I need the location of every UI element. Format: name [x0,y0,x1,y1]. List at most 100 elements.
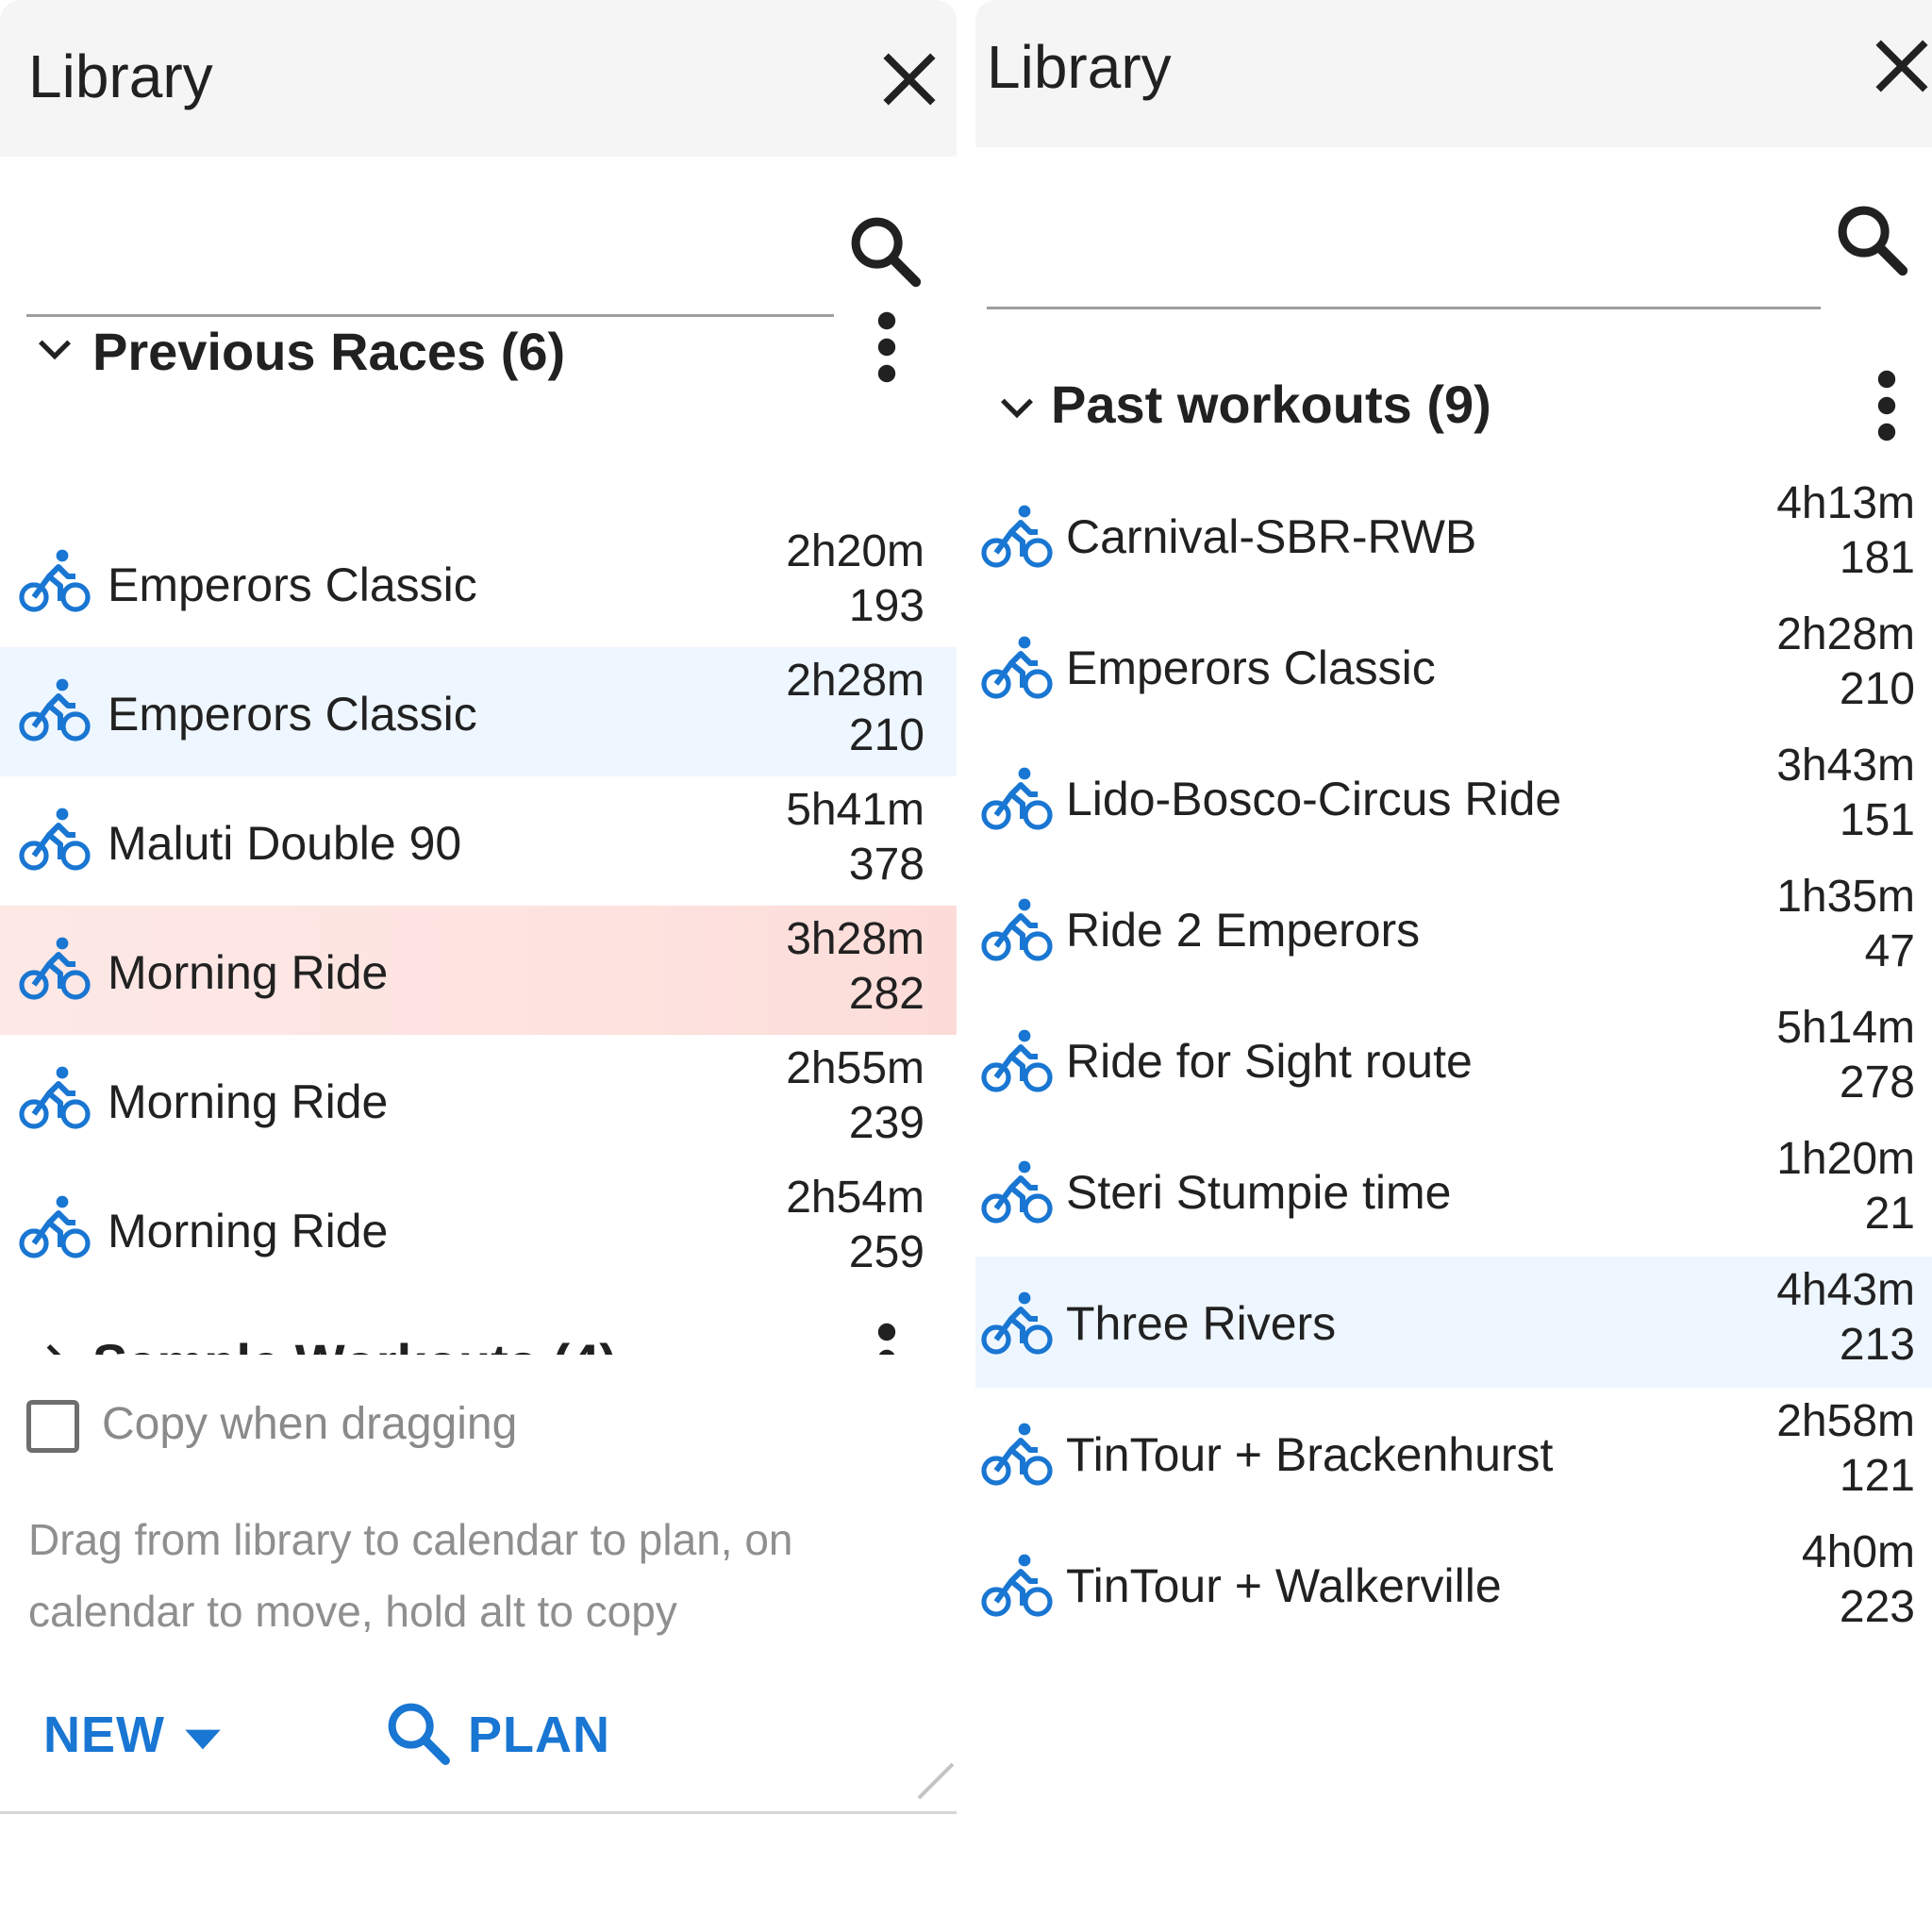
workout-duration: 4h0m [1801,1527,1915,1577]
bike-icon [19,937,91,1000]
bike-icon [981,505,1053,568]
caret-down-icon [185,1729,221,1750]
workout-load: 193 [848,581,924,631]
workout-load: 278 [1839,1058,1915,1108]
close-button[interactable] [874,43,945,115]
workout-duration: 4h43m [1776,1265,1915,1315]
workout-name: Three Rivers [1066,1297,1337,1350]
workout-name: Steri Stumpie time [1066,1166,1452,1219]
search-input[interactable] [26,200,834,314]
workout-name: Ride 2 Emperors [1066,904,1421,957]
workout-name: Morning Ride [108,1075,389,1128]
more-vert-icon [877,311,896,383]
past-workouts-list: Carnival-SBR-RWB 4h13m 181 Emperors Classic… [975,470,1932,1650]
copy-when-dragging-label: Copy when dragging [102,1399,518,1449]
workout-duration: 3h43m [1776,741,1915,791]
group-menu-button[interactable] [1864,368,1909,443]
workout-name: Morning Ride [108,946,389,999]
search-button[interactable] [843,209,928,294]
group-menu-button[interactable] [864,1321,909,1355]
workout-load: 121 [1839,1451,1915,1501]
workout-name: Lido-Bosco-Circus Ride [1066,773,1562,825]
chevron-down-icon [1000,398,1034,419]
group-menu-button[interactable] [864,309,909,385]
bike-icon [981,1423,1053,1486]
workout-load: 21 [1864,1189,1915,1239]
workout-name: Emperors Classic [108,558,477,611]
panel-bottom-divider [0,1811,957,1814]
workout-duration: 1h35m [1776,872,1915,922]
group-header-sample-workouts[interactable]: Sample Workouts (4) [0,1317,957,1355]
bike-icon [19,678,91,741]
bike-icon [19,1195,91,1258]
bike-icon [981,1291,1053,1355]
library-header: Library [975,0,1932,147]
search-icon [851,217,922,288]
workout-duration: 1h20m [1776,1134,1915,1184]
list-item[interactable]: Lido-Bosco-Circus Ride 3h43m 151 [975,732,1932,863]
workout-load: 181 [1839,533,1915,583]
workout-duration: 2h20m [786,526,924,576]
chevron-right-icon [46,1343,61,1355]
workout-load: 210 [1839,664,1915,714]
list-item[interactable]: Emperors Classic 2h28m 210 [975,601,1932,732]
bike-icon [981,636,1053,699]
list-item[interactable]: Morning Ride 3h28m 282 [0,906,957,1035]
bike-icon [981,767,1053,830]
previous-races-list: Emperors Classic 2h20m 193 Emperors Classic… [0,518,957,1293]
workout-duration: 5h14m [1776,1003,1915,1053]
bike-icon [19,549,91,612]
close-icon [1875,40,1928,92]
workout-load: 210 [848,710,924,760]
workout-load: 213 [1839,1320,1915,1370]
library-header: Library [0,0,957,157]
workout-duration: 2h54m [786,1173,924,1223]
workout-name: Ride for Sight route [1066,1035,1473,1088]
bike-icon [981,898,1053,961]
list-item[interactable]: TinTour + Walkerville 4h0m 223 [975,1519,1932,1650]
list-item[interactable]: Carnival-SBR-RWB 4h13m 181 [975,470,1932,601]
list-item[interactable]: Ride for Sight route 5h14m 278 [975,994,1932,1125]
group-header-past-workouts[interactable]: Past workouts (9) [975,358,1932,453]
list-item[interactable]: Steri Stumpie time 1h20m 21 [975,1125,1932,1257]
list-item[interactable]: Maluti Double 90 5h41m 378 [0,776,957,906]
list-item[interactable]: Morning Ride 2h54m 259 [0,1164,957,1293]
group-title: Previous Races (6) [92,322,566,381]
search-input[interactable] [987,192,1821,307]
search-icon [388,1703,451,1765]
workout-name: Maluti Double 90 [108,817,462,870]
library-panel-right: Library Past workouts (9) Carnival-SBR-R… [975,0,1932,1932]
copy-when-dragging-checkbox[interactable] [26,1400,79,1453]
library-title: Library [987,33,1172,101]
list-item[interactable]: TinTour + Brackenhurst 2h58m 121 [975,1388,1932,1519]
workout-duration: 4h13m [1776,478,1915,528]
plan-button-label: PLAN [468,1707,610,1763]
new-button-label: NEW [43,1707,165,1763]
more-vert-icon [877,1323,896,1355]
close-button[interactable] [1866,30,1932,102]
workout-load: 47 [1864,926,1915,976]
more-vert-icon [1877,370,1896,441]
list-item[interactable]: Ride 2 Emperors 1h35m 47 [975,863,1932,994]
resize-handle-icon[interactable] [915,1760,957,1802]
bike-icon [981,1554,1053,1617]
bike-icon [981,1160,1053,1224]
search-button[interactable] [1830,198,1915,283]
list-item[interactable]: Three Rivers 4h43m 213 [975,1257,1932,1388]
drag-hint-text: Drag from library to calendar to plan, o… [28,1515,793,1636]
workout-duration: 2h28m [1776,609,1915,659]
bike-icon [981,1029,1053,1092]
workout-load: 239 [848,1098,924,1148]
list-item[interactable]: Emperors Classic 2h20m 193 [0,518,957,647]
group-header-previous-races[interactable]: Previous Races (6) [0,300,957,394]
workout-duration: 2h55m [786,1043,924,1093]
workout-load: 378 [848,840,924,890]
workout-name: TinTour + Walkerville [1066,1559,1502,1612]
search-field[interactable] [987,192,1821,309]
group-title: Past workouts (9) [1051,375,1491,434]
workout-duration: 3h28m [786,914,924,964]
chevron-down-icon [38,340,72,360]
group-title: Sample Workouts (4) [92,1332,617,1355]
list-item[interactable]: Emperors Classic 2h28m 210 [0,647,957,776]
list-item[interactable]: Morning Ride 2h55m 239 [0,1035,957,1164]
